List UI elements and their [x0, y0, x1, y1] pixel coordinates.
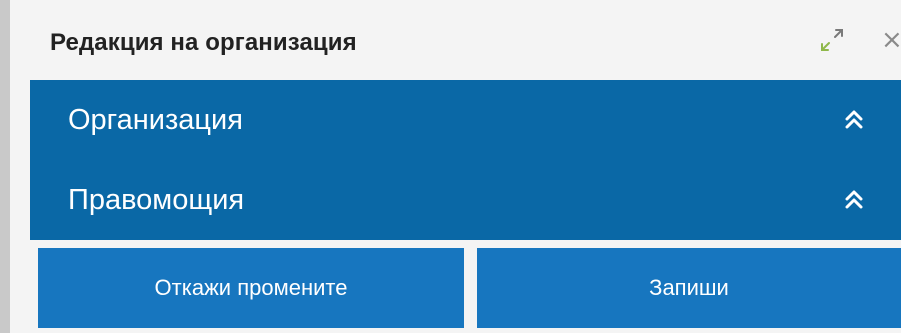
dialog-title: Редакция на организация [50, 29, 357, 56]
window-left-border [0, 0, 10, 333]
accordion: Организация Правомощия [30, 80, 901, 240]
maximize-icon[interactable] [818, 26, 846, 54]
edit-organization-dialog: Редакция на организация × Организация Пр… [10, 0, 901, 333]
close-icon[interactable]: × [881, 27, 901, 53]
section-authorizations-label: Правомощия [68, 184, 245, 216]
double-chevron-up-icon[interactable] [842, 186, 866, 214]
dialog-buttons: Откажи промените Запиши [30, 240, 901, 328]
section-organization[interactable]: Организация [30, 80, 901, 160]
double-chevron-up-icon[interactable] [842, 106, 866, 134]
section-authorizations[interactable]: Правомощия [30, 160, 901, 240]
cancel-changes-button[interactable]: Откажи промените [38, 248, 464, 328]
section-organization-label: Организация [68, 104, 243, 136]
save-button[interactable]: Запиши [477, 248, 901, 328]
dialog-titlebar: Редакция на организация × [10, 0, 901, 80]
